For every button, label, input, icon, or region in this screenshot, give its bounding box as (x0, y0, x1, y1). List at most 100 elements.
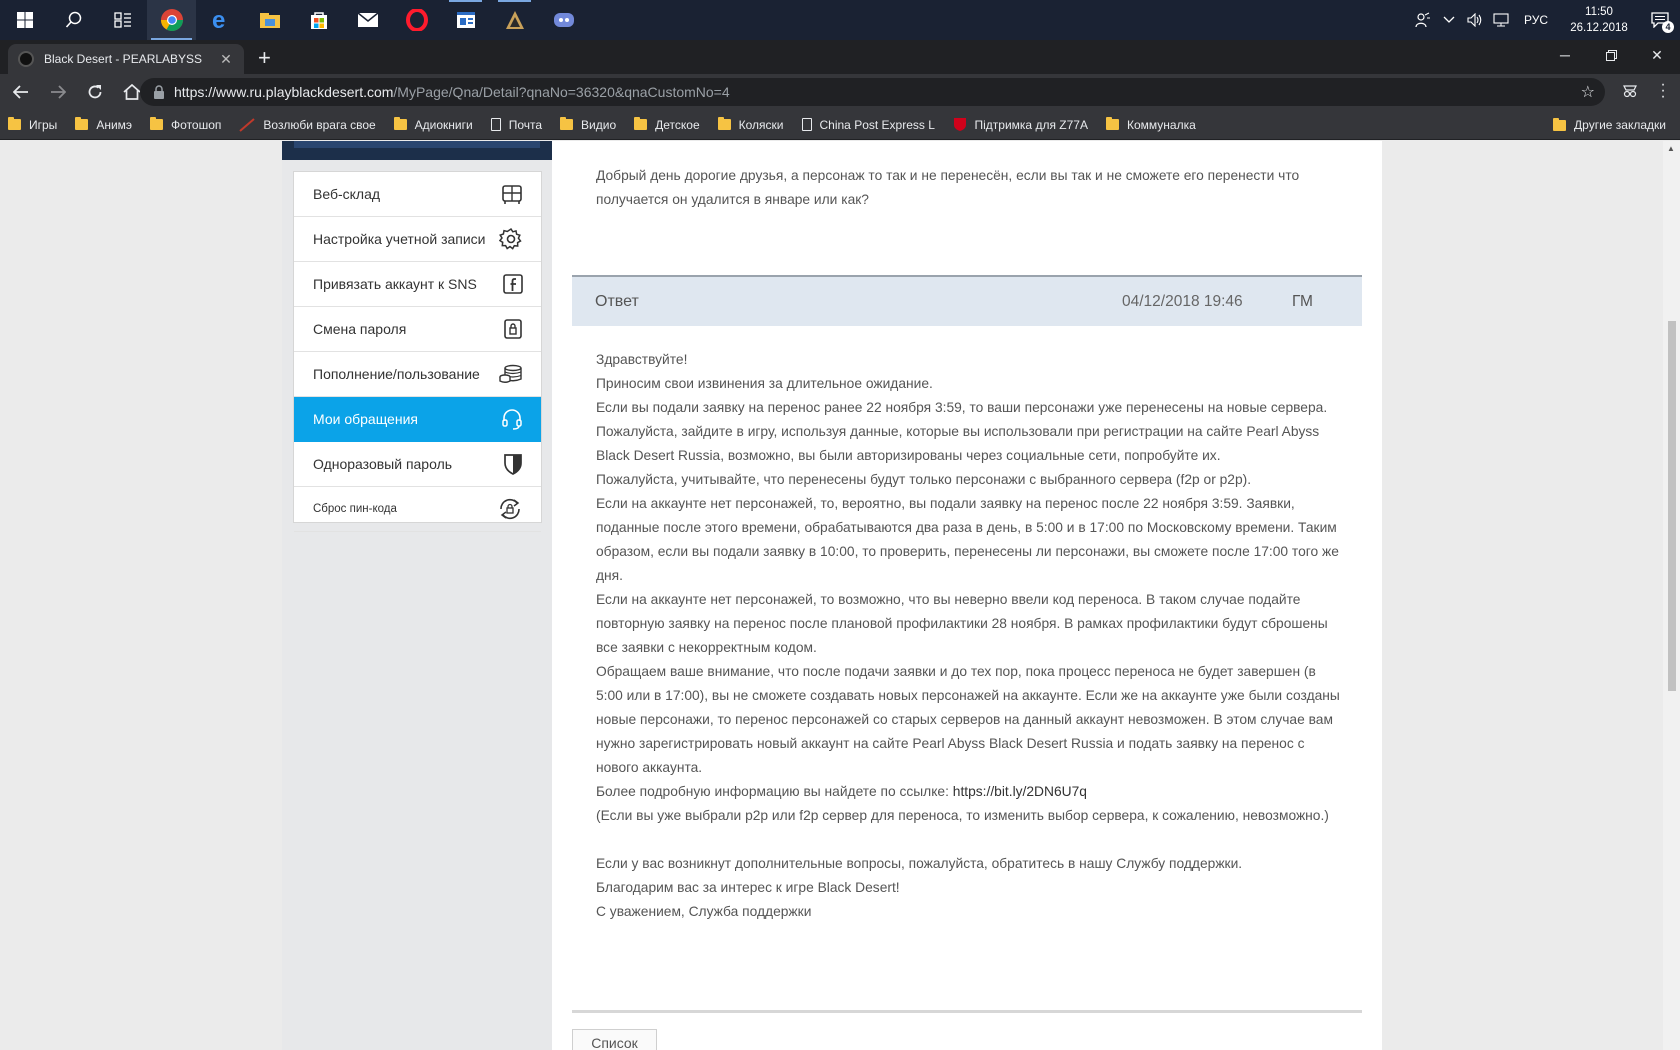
scroll-up-arrow-icon[interactable]: ▲ (1667, 144, 1675, 153)
folder-icon (8, 117, 21, 130)
bookmark-label: Детское (655, 117, 700, 132)
sidebar-item[interactable]: Веб-склад (294, 172, 541, 217)
forward-button[interactable] (42, 76, 74, 108)
folder-icon (393, 117, 407, 130)
facebook-icon (503, 274, 523, 294)
bookmark-item[interactable]: Коммуналка (1105, 117, 1196, 132)
bookmark-item[interactable]: Игры (8, 117, 58, 132)
bookmark-item[interactable]: Адиокниги (393, 117, 473, 132)
bookmark-star-icon[interactable]: ☆ (1581, 82, 1595, 102)
tab-title: Black Desert - PEARLABYSS (44, 52, 203, 66)
answer-paragraph: Обращаем ваше внимание, что после подачи… (596, 664, 1340, 775)
bookmark-label: Підтримка для Z77A (974, 117, 1088, 132)
language-indicator[interactable]: РУС (1514, 13, 1558, 27)
folder-icon (259, 13, 280, 28)
sidebar-item[interactable]: Привязать аккаунт к SNS (294, 262, 541, 307)
restore-icon (1605, 49, 1617, 61)
chrome-icon (160, 9, 183, 31)
other-bookmarks-label: Другие закладки (1574, 118, 1666, 132)
answer-closing-line: Благодарим вас за интерес к игре Black D… (596, 880, 900, 895)
bookmark-label: Коляски (738, 117, 784, 132)
bookmark-item[interactable]: China Post Express Lc (801, 118, 935, 132)
page-scrollbar[interactable]: ▲ (1663, 141, 1680, 1050)
task-view-button[interactable] (98, 0, 147, 40)
new-tab-button[interactable]: + (258, 47, 271, 69)
answer-paragraph: Если на аккаунте нет персонажей, то, вер… (596, 496, 1339, 583)
window-controls: ─ ✕ (1542, 40, 1680, 70)
taskbar-mail[interactable] (343, 0, 392, 40)
url-path: /MyPage/Qna/Detail?qnaNo=36320&qnaCustom… (393, 84, 730, 100)
sidebar-item-label: Пополнение/пользование (313, 366, 480, 382)
minimize-button[interactable]: ─ (1542, 40, 1588, 70)
answer-closing: Если у вас возникнут дополнительные вопр… (596, 852, 1341, 924)
sidebar-item[interactable]: Смена пароля (294, 307, 541, 352)
sidebar-item[interactable]: Пополнение/пользование (294, 352, 541, 397)
people-icon[interactable] (1410, 0, 1436, 40)
close-window-button[interactable]: ✕ (1634, 40, 1680, 70)
action-center-button[interactable]: 4 (1640, 0, 1680, 40)
list-button[interactable]: Список (572, 1029, 657, 1050)
answer-spacer (596, 828, 1341, 852)
bookmark-item[interactable]: Почта (490, 118, 542, 132)
answer-link-prefix: Более подробную информацию вы найдете по… (596, 784, 953, 799)
restore-button[interactable] (1588, 40, 1634, 70)
folder-icon (634, 117, 648, 130)
taskbar-store[interactable] (294, 0, 343, 40)
bookmark-item[interactable]: Коляски (717, 117, 784, 132)
sidebar-item-label: Мои обращения (313, 411, 418, 427)
bookmark-item[interactable]: Підтримка для Z77A (953, 117, 1088, 132)
chevron-up-icon[interactable] (1436, 0, 1462, 40)
other-bookmarks[interactable]: Другие закладки (1553, 117, 1666, 132)
bookmark-label: Адиокниги (414, 117, 473, 132)
volume-icon[interactable] (1462, 0, 1488, 40)
scrollbar-thumb[interactable] (1668, 321, 1676, 691)
taskbar-game-launcher[interactable] (490, 0, 539, 40)
clock-time: 11:50 (1585, 6, 1613, 18)
taskbar-discord[interactable] (539, 0, 588, 40)
answer-paragraph: Приносим свои извинения за длительное ож… (596, 376, 933, 391)
answer-closing-line: Если у вас возникнут дополнительные вопр… (596, 856, 1243, 871)
clock[interactable]: 11:50 26.12.2018 (1558, 4, 1640, 36)
sidebar-item-label: Одноразовый пароль (313, 456, 453, 472)
storage-icon (501, 184, 523, 204)
extension-icon[interactable] (1622, 84, 1638, 103)
taskbar-app-window[interactable] (441, 0, 490, 40)
sidebar-item[interactable]: Мои обращения (294, 397, 541, 442)
bookmark-item[interactable]: Детское (634, 117, 700, 132)
address-bar[interactable]: https://www.ru.playblackdesert.com/MyPag… (140, 78, 1605, 106)
reload-button[interactable] (79, 76, 111, 108)
taskbar-opera[interactable] (392, 0, 441, 40)
bookmark-label: Игры (29, 117, 58, 132)
home-icon (123, 84, 141, 100)
sidebar-item-label: Привязать аккаунт к SNS (313, 276, 477, 292)
feather-icon (239, 117, 256, 132)
bookmark-item[interactable]: Возлюби врага свое (239, 117, 376, 132)
sidebar-item[interactable]: Сброс пин-кода (294, 487, 541, 532)
start-button[interactable] (0, 0, 49, 40)
bookmark-item[interactable]: Видио (560, 117, 616, 132)
browser-tab[interactable]: Black Desert - PEARLABYSS ✕ (8, 44, 244, 74)
mypage-sidebar: Веб-склад Настройка учетной записи Привяза… (282, 141, 552, 1050)
sidebar-item[interactable]: Одноразовый пароль (294, 442, 541, 487)
answer-paragraph: Пожалуйста, учитывайте, что перенесены б… (596, 472, 1252, 487)
sidebar-item-label: Сброс пин-кода (313, 503, 397, 515)
chrome-menu-icon[interactable]: · · · (1660, 77, 1666, 105)
bookmark-item[interactable]: Фотошоп (150, 117, 221, 132)
notification-badge: 4 (1662, 21, 1674, 33)
bookmark-label: Анимэ (96, 117, 133, 132)
taskbar-chrome[interactable] (147, 0, 196, 40)
tab-close-icon[interactable]: ✕ (218, 51, 234, 68)
opera-icon (405, 9, 428, 31)
taskbar-file-explorer[interactable] (245, 0, 294, 40)
network-icon[interactable] (1488, 0, 1514, 40)
answer-link[interactable]: https://bit.ly/2DN6U7q (953, 784, 1087, 799)
taskbar-search-button[interactable] (49, 0, 98, 40)
back-button[interactable] (5, 76, 37, 108)
bookmark-item[interactable]: Анимэ (75, 117, 133, 132)
discord-icon (553, 13, 574, 27)
sidebar-item[interactable]: Настройка учетной записи (294, 217, 541, 262)
taskbar-edge[interactable]: e (196, 0, 245, 40)
mypage-menu: Веб-склад Настройка учетной записи Привяза… (293, 171, 542, 532)
answer-label: Ответ (595, 292, 639, 310)
sidebar-item-label: Настройка учетной записи (313, 231, 486, 247)
